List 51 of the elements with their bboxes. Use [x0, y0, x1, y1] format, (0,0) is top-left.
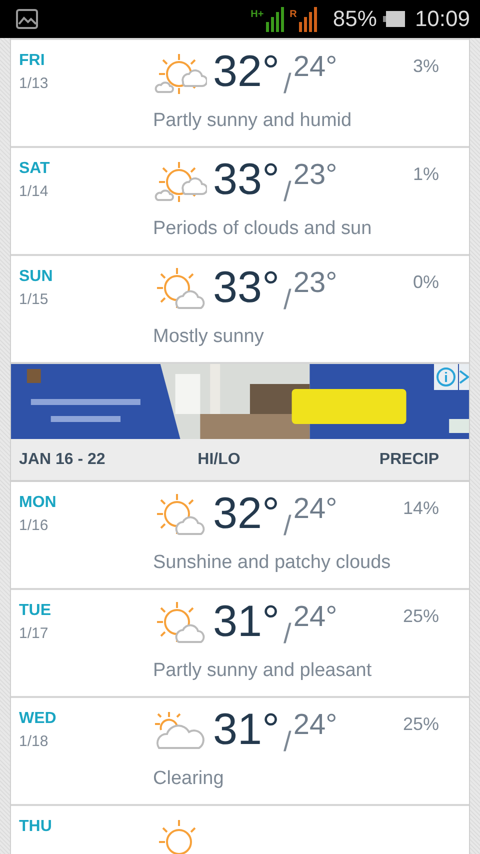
- forecast-summary: Mostly sunny: [152, 326, 265, 348]
- high-temp: 31°: [213, 600, 280, 644]
- day-label: WED: [19, 710, 58, 728]
- low-temp: 23°: [293, 160, 338, 190]
- forecast-summary: Partly sunny and humid: [152, 110, 353, 132]
- forecast-summary: Clearing: [152, 768, 225, 790]
- low-temp: 24°: [293, 52, 338, 82]
- week-range: JAN 16 - 22: [19, 450, 106, 468]
- slash: /: [284, 726, 292, 758]
- battery-icon: [382, 11, 405, 27]
- precip-percent: 14%: [402, 498, 440, 519]
- low-temp: 24°: [293, 710, 338, 740]
- low-temp: 24°: [293, 494, 338, 524]
- precip-percent: 3%: [412, 56, 440, 77]
- slash: /: [284, 284, 292, 316]
- picture-icon: [16, 9, 38, 29]
- day-label: TUE: [19, 602, 52, 620]
- info-icon[interactable]: [434, 364, 458, 390]
- battery-percent: 85%: [332, 6, 377, 32]
- slash: /: [284, 510, 292, 542]
- high-temp: 32°: [213, 492, 280, 536]
- precip-percent: 0%: [412, 272, 440, 293]
- precip-percent: 25%: [402, 714, 440, 735]
- column-header: HI/LO: [196, 450, 242, 468]
- high-temp: 33°: [213, 266, 280, 310]
- date-label: 1/13: [19, 75, 50, 92]
- high-temp: 31°: [213, 708, 280, 752]
- date-label: 1/18: [19, 733, 50, 750]
- day-label: THU: [19, 818, 53, 836]
- date-label: 1/17: [19, 625, 50, 642]
- low-temp: 24°: [293, 602, 338, 632]
- slash: /: [284, 618, 292, 650]
- date-label: 1/16: [19, 517, 50, 534]
- day-label: FRI: [19, 52, 46, 70]
- high-temp: 32°: [213, 50, 280, 94]
- precip-percent: 1%: [412, 164, 440, 185]
- day-label: SAT: [19, 160, 51, 178]
- low-temp: 23°: [293, 268, 338, 298]
- slash: /: [284, 68, 292, 100]
- clock: 10:09: [414, 6, 470, 32]
- forecast-summary: Partly sunny and pleasant: [152, 660, 373, 682]
- forecast-summary: Periods of clouds and sun: [152, 218, 373, 240]
- forecast-summary: Sunshine and patchy clouds: [152, 552, 392, 574]
- date-label: 1/14: [19, 183, 50, 200]
- date-label: 1/15: [19, 291, 50, 308]
- slash: /: [284, 176, 292, 208]
- day-label: SUN: [19, 268, 54, 286]
- precip-percent: 25%: [402, 606, 440, 627]
- column-header: PRECIP: [378, 450, 439, 468]
- day-label: MON: [19, 494, 58, 512]
- high-temp: 33°: [213, 158, 280, 202]
